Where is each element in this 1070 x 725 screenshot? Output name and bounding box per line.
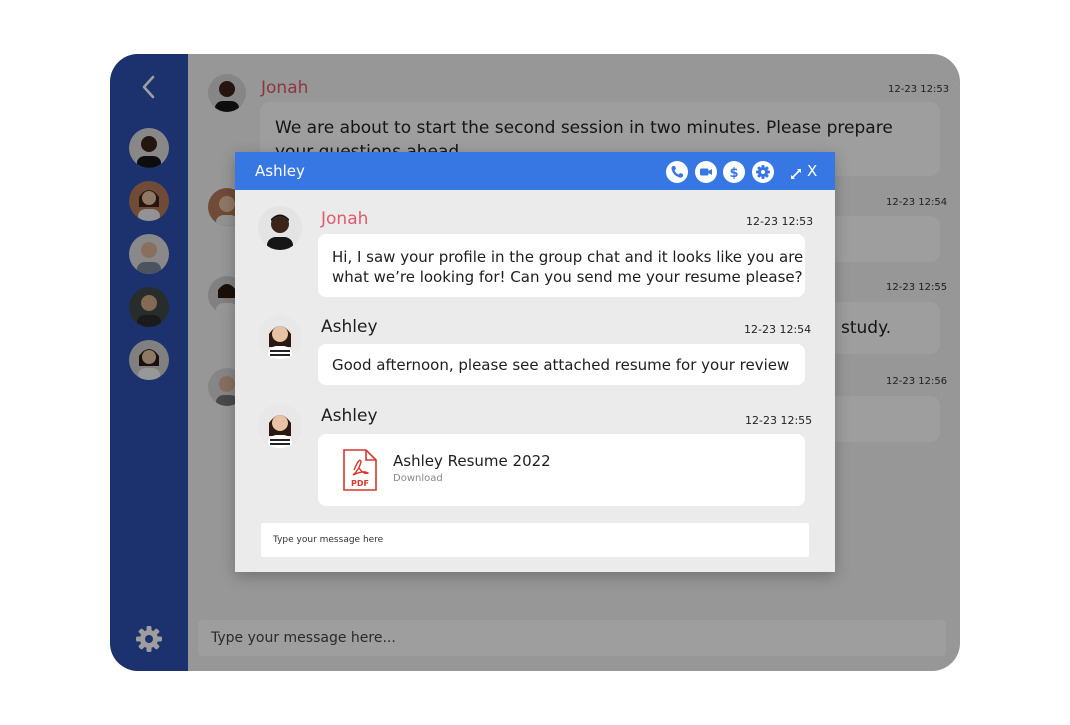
phone-icon[interactable] — [666, 161, 688, 183]
message-time: 12-23 12:53 — [746, 215, 814, 228]
pdf-file-icon[interactable]: PDF — [342, 448, 378, 492]
modal-header: Ashley $ X — [235, 152, 835, 190]
expand-icon[interactable] — [790, 165, 802, 179]
pdf-badge-label: PDF — [351, 479, 369, 488]
message-text: what we’re looking for! Can you send me … — [332, 268, 803, 286]
svg-text:$: $ — [729, 166, 738, 181]
modal-message-input[interactable] — [261, 523, 809, 557]
chat-modal: Ashley $ X Jonah 12-23 12:53 Hi, I saw y… — [235, 152, 835, 572]
file-attachment[interactable]: PDF Ashley Resume 2022 Download — [318, 434, 805, 506]
message-time: 12-23 12:54 — [744, 323, 812, 336]
message-time: 12-23 12:55 — [745, 414, 813, 427]
file-name: Ashley Resume 2022 — [393, 452, 551, 470]
video-icon[interactable] — [695, 161, 717, 183]
avatar-ashley — [258, 315, 302, 359]
message-text: Hi, I saw your profile in the group chat… — [332, 248, 804, 266]
sender-name: Jonah — [321, 209, 369, 229]
download-link[interactable]: Download — [393, 473, 443, 484]
sender-name: Ashley — [321, 317, 378, 337]
message-text: Good afternoon, please see attached resu… — [332, 356, 790, 374]
sender-name: Ashley — [321, 406, 378, 426]
gear-icon[interactable] — [752, 161, 774, 183]
modal-title: Ashley — [255, 162, 305, 180]
close-icon[interactable]: X — [807, 162, 817, 180]
avatar-ashley — [258, 404, 302, 448]
avatar-jonah — [258, 206, 302, 250]
dollar-icon[interactable]: $ — [723, 161, 745, 183]
